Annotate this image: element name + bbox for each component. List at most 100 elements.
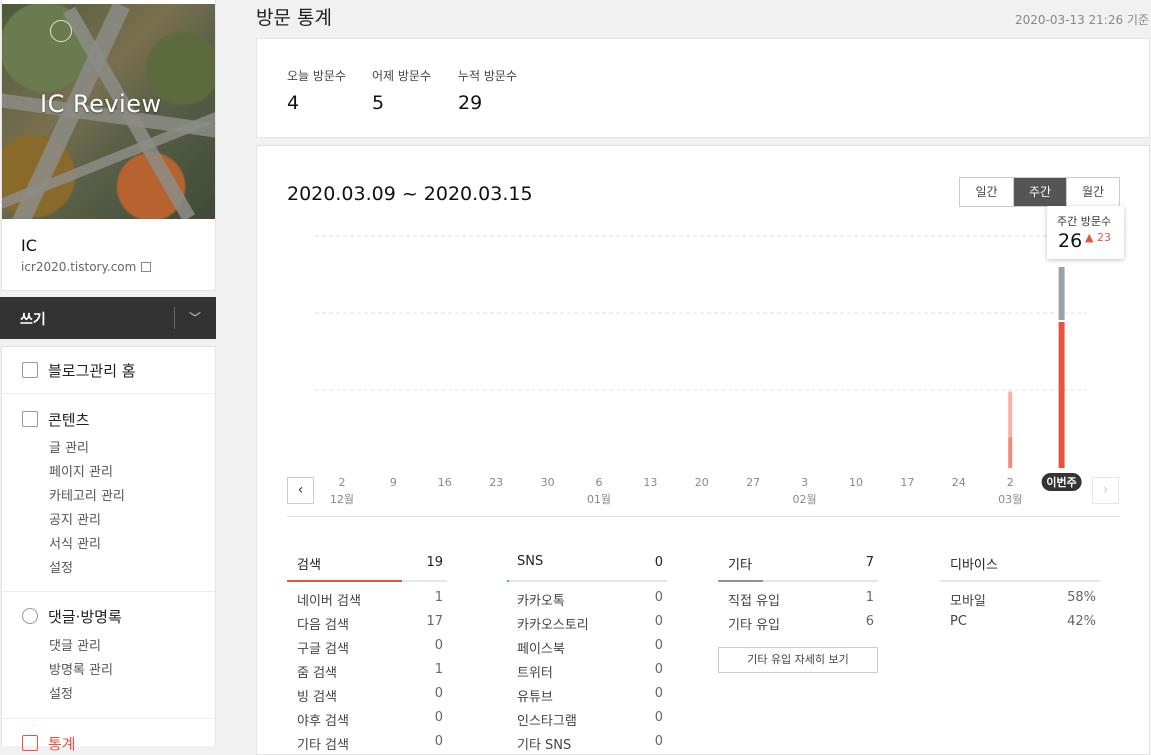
x-tick-label: 16 [438,476,452,489]
source-row-value: 0 [434,638,443,653]
menu-contents[interactable]: 콘텐츠 [22,409,89,430]
chevron-down-icon[interactable]: ﹀ [189,309,201,326]
source-row-value: 0 [654,614,663,629]
timestamp: 2020-03-13 21:26 기준 [1014,13,1149,27]
today-count: 오늘 방문수 4 [287,67,346,114]
source-other: 기타 7 직접 유입 1 기타 유입 6 기타 유입 자세히 보기 [718,551,878,673]
today-value: 4 [287,92,300,114]
chart-bar [1058,322,1065,468]
x-tick-label: 3 [801,476,808,489]
source-sns: SNS 0 카카오톡 0 카카오스토리 0 페이스북 0 트위터 0 유튜브 0 인스타그램 0 기타 SN… [507,551,667,753]
source-row: 직접 유입 1 [718,582,878,609]
comment-icon [22,608,38,624]
sidebar: IC Review IC icr2020.tistory.com 쓰기 ﹀ 블로… [0,0,216,753]
source-total: 19 [426,555,443,570]
blog-url-link[interactable]: icr2020.tistory.com [21,260,152,274]
visit-chart-card: 2020.03.09 ~ 2020.03.15 일간 주간 월간 2 9 16 23 3… [256,145,1150,755]
source-title: 디바이스 [950,558,998,573]
source-row: 야후 검색 0 [287,702,447,729]
source-row-value: 0 [434,734,443,749]
source-total: 0 [654,555,663,570]
source-row: PC 42% [940,606,1100,630]
menu-home[interactable]: 블로그관리 홈 [22,360,136,381]
x-tick-label: 20 [695,476,709,489]
other-inflow-detail-button[interactable]: 기타 유입 자세히 보기 [718,647,878,673]
yesterday-count: 어제 방문수 5 [372,67,431,114]
menu-guestbook-manage[interactable]: 방명록 관리 [49,659,113,678]
x-tick-label: 24 [952,476,966,489]
source-row-label: 기타 SNS [517,738,572,753]
source-header: 기타 7 [718,551,878,582]
source-search: 검색 19 네이버 검색 1 다음 검색 17 구글 검색 0 줌 검색 1 빙 검색 0 야후 검색 0… [287,551,447,753]
chart-bar [1008,391,1013,438]
yesterday-label: 어제 방문수 [372,69,432,83]
total-value: 29 [458,92,483,114]
write-label[interactable]: 쓰기 [20,309,46,329]
yesterday-value: 5 [372,92,385,114]
blog-name[interactable]: IC [21,236,37,255]
x-tick-label: 23 [489,476,503,489]
menu-home-label[interactable]: 블로그관리 홈 [48,362,136,380]
source-row-value: 17 [426,614,443,629]
menu-page-manage[interactable]: 페이지 관리 [49,461,113,480]
source-row-value: 1 [434,590,443,605]
chart-bar-previous-segment [1058,267,1065,320]
x-tick-label: 30 [541,476,555,489]
external-link-icon[interactable] [141,262,152,272]
chevron-right-icon[interactable]: › [1103,482,1109,498]
menu-stats-label[interactable]: 통계 [48,735,76,753]
x-tick-label: 2 [1007,476,1014,489]
menu-stats[interactable]: 통계 [22,733,76,754]
menu-comments-settings[interactable]: 설정 [49,683,73,702]
menu-contents-label[interactable]: 콘텐츠 [48,411,89,429]
menu-comments-label[interactable]: 댓글·방명록 [48,608,122,626]
menu-notice-manage[interactable]: 공지 관리 [49,509,101,528]
x-month-label: 03월 [998,493,1022,506]
source-row-value: 0 [654,638,663,653]
today-label: 오늘 방문수 [287,69,347,83]
x-tick-label: 27 [746,476,760,489]
tooltip-value: 26 [1058,230,1083,252]
visit-summary-card: 오늘 방문수 4 어제 방문수 5 누적 방문수 29 [256,38,1150,138]
source-title: SNS [517,554,544,569]
menu-comments[interactable]: 댓글·방명록 [22,606,122,627]
chevron-left-icon[interactable]: ‹ [298,482,304,498]
source-row-value: 0 [654,686,663,701]
page-title: 방문 통계 [256,7,332,29]
source-header: 디바이스 [940,551,1100,582]
x-tick-label: 17 [900,476,914,489]
blog-cover-image[interactable]: IC Review [2,4,215,219]
menu-contents-settings[interactable]: 설정 [49,557,73,576]
menu-category-manage[interactable]: 카테고리 관리 [49,485,125,504]
cover-globe-icon [50,20,72,42]
source-row: 유튜브 0 [507,678,667,705]
menu-comment-manage[interactable]: 댓글 관리 [49,635,101,654]
tooltip-label: 주간 방문수 [1057,215,1112,228]
source-row-value: 0 [434,710,443,725]
blog-profile: IC Review IC icr2020.tistory.com [1,0,216,291]
write-button[interactable]: 쓰기 ﹀ [0,297,216,339]
x-tick-label: 9 [390,476,397,489]
tooltip-delta: ▲ 23 [1085,231,1111,244]
source-row: 페이스북 0 [507,630,667,657]
x-tick-label: 6 [596,476,603,489]
menu-post-manage[interactable]: 글 관리 [49,437,89,456]
tooltip-delta-value: 23 [1096,231,1111,244]
source-row: 인스타그램 0 [507,702,667,729]
source-row-value: 6 [865,614,874,629]
source-row: 빙 검색 0 [287,678,447,705]
x-tick-label: 2 [339,476,346,489]
source-row: 기타 SNS 0 [507,726,667,753]
source-row-value: 0 [654,710,663,725]
source-row: 다음 검색 17 [287,606,447,633]
home-icon [22,362,38,378]
source-total: 7 [865,555,874,570]
source-row-value: 1 [434,662,443,677]
chart-next-button[interactable]: › [1092,477,1119,504]
menu-template-manage[interactable]: 서식 관리 [49,533,101,552]
source-row-label: PC [950,614,967,629]
blog-url-text[interactable]: icr2020.tistory.com [21,260,136,274]
source-row-value: 42% [1067,614,1096,629]
chart-prev-button[interactable]: ‹ [287,477,314,504]
x-month-label: 01월 [587,493,611,506]
